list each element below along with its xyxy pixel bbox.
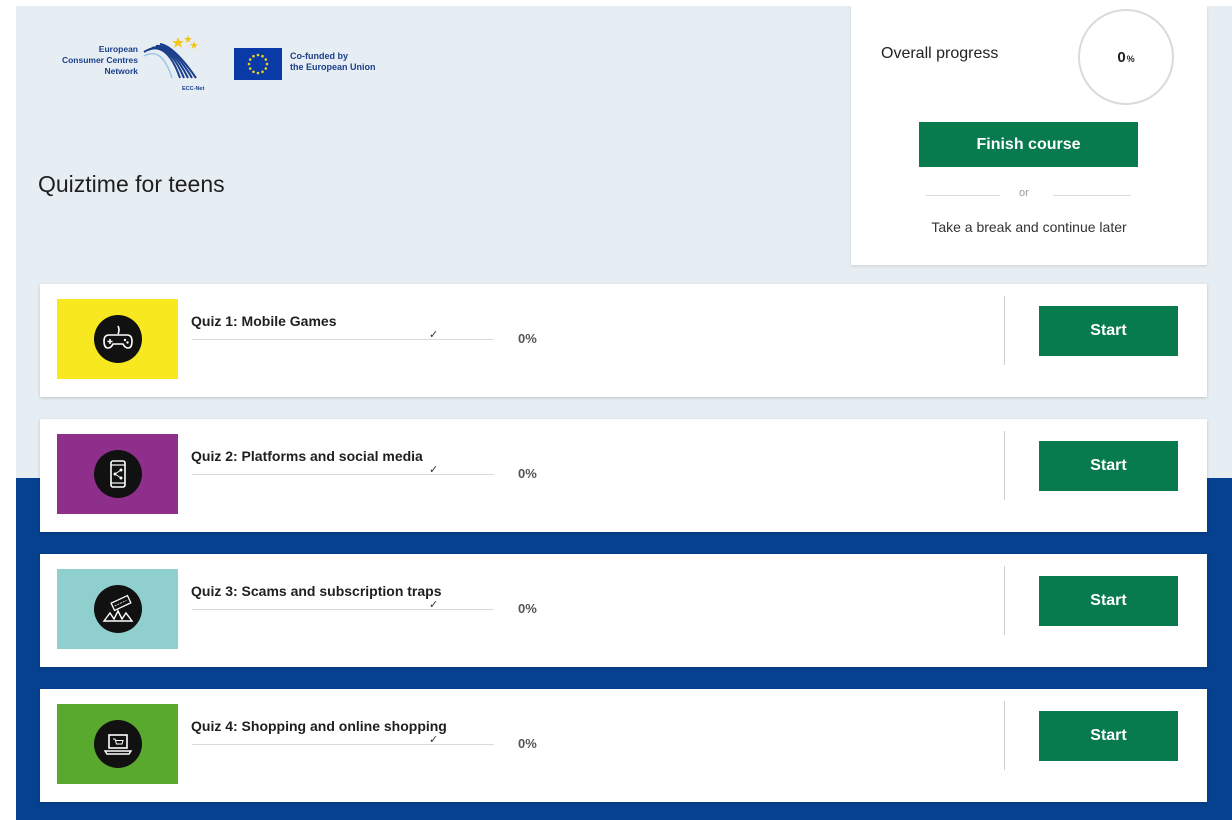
start-quiz-button[interactable]: Start <box>1039 576 1178 626</box>
take-break-link[interactable]: Take a break and continue later <box>851 219 1207 235</box>
ecc-logo-line: European <box>98 44 138 54</box>
divider-line <box>926 195 1000 196</box>
overall-progress-unit: % <box>1126 54 1135 64</box>
overall-progress-value: 0 <box>1117 48 1126 66</box>
course-title: Quiztime for teens <box>38 171 225 197</box>
quiz-progress-bar <box>192 339 494 340</box>
quiz-card: Quiz 3: Scams and subscription traps ✓ 0… <box>40 554 1207 667</box>
eu-text-line: the European Union <box>290 62 376 72</box>
checkmark-icon: ✓ <box>429 734 439 746</box>
eu-text-line: Co-funded by <box>290 51 348 61</box>
quiz-progress-bar <box>192 744 494 745</box>
quiz-thumbnail <box>57 704 178 784</box>
phone-share-icon <box>109 460 126 488</box>
course-page: European Consumer Centres Network ECC-Ne… <box>16 6 1232 820</box>
gamepad-icon <box>102 325 133 349</box>
quiz-progress-bar <box>192 609 494 610</box>
quiz-card: Quiz 4: Shopping and online shopping ✓ 0… <box>40 689 1207 802</box>
quiz-card: Quiz 1: Mobile Games ✓ 0% Start <box>40 284 1207 397</box>
checkmark-icon: ✓ <box>429 464 439 476</box>
quiz-thumbnail <box>57 299 178 379</box>
laptop-shop-icon <box>103 734 132 755</box>
eu-flag-icon <box>234 48 282 80</box>
quiz-progress-bar <box>192 474 494 475</box>
quiz-thumbnail <box>57 434 178 514</box>
quiz-title: Quiz 2: Platforms and social media <box>191 448 423 464</box>
overall-progress-label: Overall progress <box>881 45 999 62</box>
divider-line <box>1053 195 1131 196</box>
quiz-title: Quiz 1: Mobile Games <box>191 313 337 329</box>
overall-progress-ring: 0 % <box>1078 9 1174 105</box>
eu-cofunded-text: Co-funded by the European Union <box>290 51 376 73</box>
progress-card: Overall progress 0 % Finish course or Ta… <box>851 6 1207 265</box>
quiz-title: Quiz 3: Scams and subscription traps <box>191 583 442 599</box>
checkmark-icon: ✓ <box>429 599 439 611</box>
card-divider <box>1004 431 1005 500</box>
card-divider <box>1004 701 1005 770</box>
quiz-progress-percent: 0% <box>518 601 537 616</box>
quiz-card: Quiz 2: Platforms and social media ✓ 0% … <box>40 419 1207 532</box>
checkmark-icon: ✓ <box>429 329 439 341</box>
ecc-net-mark-icon <box>143 35 198 79</box>
quiz-thumbnail <box>57 569 178 649</box>
or-separator: or <box>1019 187 1029 199</box>
quiz-title: Quiz 4: Shopping and online shopping <box>191 718 447 734</box>
ecc-net-mark-label: ECC-Net <box>182 86 205 92</box>
ecc-logo-text: European Consumer Centres Network <box>38 44 138 77</box>
quiz-progress-percent: 0% <box>518 331 537 346</box>
start-quiz-button[interactable]: Start <box>1039 711 1178 761</box>
ecc-net-logo: European Consumer Centres Network ECC-Ne… <box>38 34 208 94</box>
card-divider <box>1004 566 1005 635</box>
finish-course-button[interactable]: Finish course <box>919 122 1138 167</box>
start-quiz-button[interactable]: Start <box>1039 306 1178 356</box>
quiz-progress-percent: 0% <box>518 736 537 751</box>
ecc-logo-line: Consumer Centres <box>61 55 138 65</box>
quiz-progress-percent: 0% <box>518 466 537 481</box>
start-quiz-button[interactable]: Start <box>1039 441 1178 491</box>
subscription-trap-icon <box>102 594 133 622</box>
card-divider <box>1004 296 1005 365</box>
ecc-logo-line: Network <box>104 66 138 76</box>
